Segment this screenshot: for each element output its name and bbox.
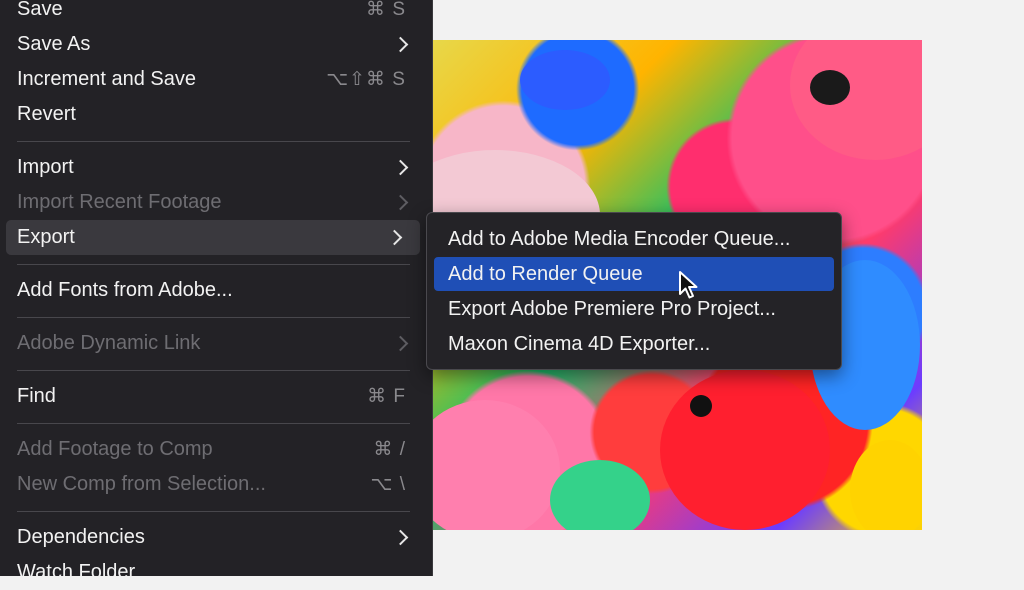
- menu-item-label: Adobe Dynamic Link: [17, 332, 201, 354]
- menu-item-label: Revert: [17, 103, 76, 125]
- menu-item-increment-and-save[interactable]: Increment and Save ⌥⇧⌘ S: [0, 62, 432, 97]
- keyboard-shortcut: ⌥ \: [370, 474, 406, 495]
- mouse-pointer-icon: [679, 271, 698, 299]
- file-menu: Save ⌘ S Save As Increment and Save ⌥⇧⌘ …: [0, 0, 433, 583]
- menu-item-label: Import Recent Footage: [17, 191, 222, 213]
- keyboard-shortcut: ⌘ /: [373, 439, 406, 460]
- menu-separator: [17, 317, 410, 318]
- menu-separator: [17, 423, 410, 424]
- chevron-right-icon: [392, 529, 409, 546]
- submenu-item-add-to-media-encoder-queue[interactable]: Add to Adobe Media Encoder Queue...: [434, 222, 834, 256]
- menu-item-find[interactable]: Find ⌘ F: [0, 379, 432, 414]
- artwork-shape: [520, 50, 610, 110]
- artwork-shape: [850, 440, 922, 530]
- menu-item-add-fonts-from-adobe[interactable]: Add Fonts from Adobe...: [0, 273, 432, 308]
- chevron-right-icon: [392, 335, 409, 352]
- menu-item-revert[interactable]: Revert: [0, 97, 432, 132]
- menu-item-label: Export: [17, 226, 75, 248]
- menu-item-label: Increment and Save: [17, 68, 196, 90]
- menu-item-adobe-dynamic-link: Adobe Dynamic Link: [0, 326, 432, 361]
- submenu-item-label: Add to Render Queue: [448, 262, 643, 285]
- menu-item-label: Find: [17, 385, 56, 407]
- keyboard-shortcut: ⌥⇧⌘ S: [326, 69, 406, 90]
- menu-separator: [17, 141, 410, 142]
- menu-item-import[interactable]: Import: [0, 150, 432, 185]
- keyboard-shortcut: ⌘ S: [366, 0, 406, 20]
- menu-item-export[interactable]: Export: [6, 220, 420, 255]
- submenu-item-maxon-cinema-4d-exporter[interactable]: Maxon Cinema 4D Exporter...: [434, 327, 834, 361]
- artwork-shape: [660, 370, 830, 530]
- menu-item-label: New Comp from Selection...: [17, 473, 266, 495]
- menu-separator: [17, 370, 410, 371]
- submenu-item-label: Maxon Cinema 4D Exporter...: [448, 332, 711, 355]
- menu-item-new-comp-from-selection: New Comp from Selection... ⌥ \: [0, 467, 432, 502]
- submenu-item-label: Export Adobe Premiere Pro Project...: [448, 297, 776, 320]
- menu-item-label: Watch Folder: [17, 561, 136, 583]
- chevron-right-icon: [392, 194, 409, 211]
- artwork-shape: [550, 460, 650, 530]
- menu-item-watch-folder[interactable]: Watch Folder: [0, 555, 432, 590]
- artwork-shape: [790, 40, 922, 160]
- menu-separator: [17, 511, 410, 512]
- submenu-item-add-to-render-queue[interactable]: Add to Render Queue: [434, 257, 834, 291]
- artwork-shape: [810, 70, 850, 105]
- menu-item-save-as[interactable]: Save As: [0, 27, 432, 62]
- menu-item-label: Import: [17, 156, 74, 178]
- chevron-right-icon: [386, 229, 403, 246]
- artwork-shape: [690, 395, 712, 417]
- chevron-right-icon: [392, 36, 409, 53]
- menu-item-label: Add Footage to Comp: [17, 438, 213, 460]
- menu-item-import-recent-footage: Import Recent Footage: [0, 185, 432, 220]
- menu-item-label: Save: [17, 0, 63, 20]
- menu-item-label: Add Fonts from Adobe...: [17, 279, 233, 301]
- menu-item-add-footage-to-comp: Add Footage to Comp ⌘ /: [0, 432, 432, 467]
- submenu-item-label: Add to Adobe Media Encoder Queue...: [448, 227, 791, 250]
- export-submenu: Add to Adobe Media Encoder Queue... Add …: [426, 212, 842, 370]
- keyboard-shortcut: ⌘ F: [367, 386, 406, 407]
- menu-item-label: Save As: [17, 33, 91, 55]
- submenu-item-export-premiere-pro-project[interactable]: Export Adobe Premiere Pro Project...: [434, 292, 834, 326]
- menu-item-save[interactable]: Save ⌘ S: [0, 0, 432, 27]
- chevron-right-icon: [392, 159, 409, 176]
- menu-item-label: Dependencies: [17, 526, 145, 548]
- menu-item-dependencies[interactable]: Dependencies: [0, 520, 432, 555]
- menu-separator: [17, 264, 410, 265]
- artwork-shape: [430, 400, 560, 530]
